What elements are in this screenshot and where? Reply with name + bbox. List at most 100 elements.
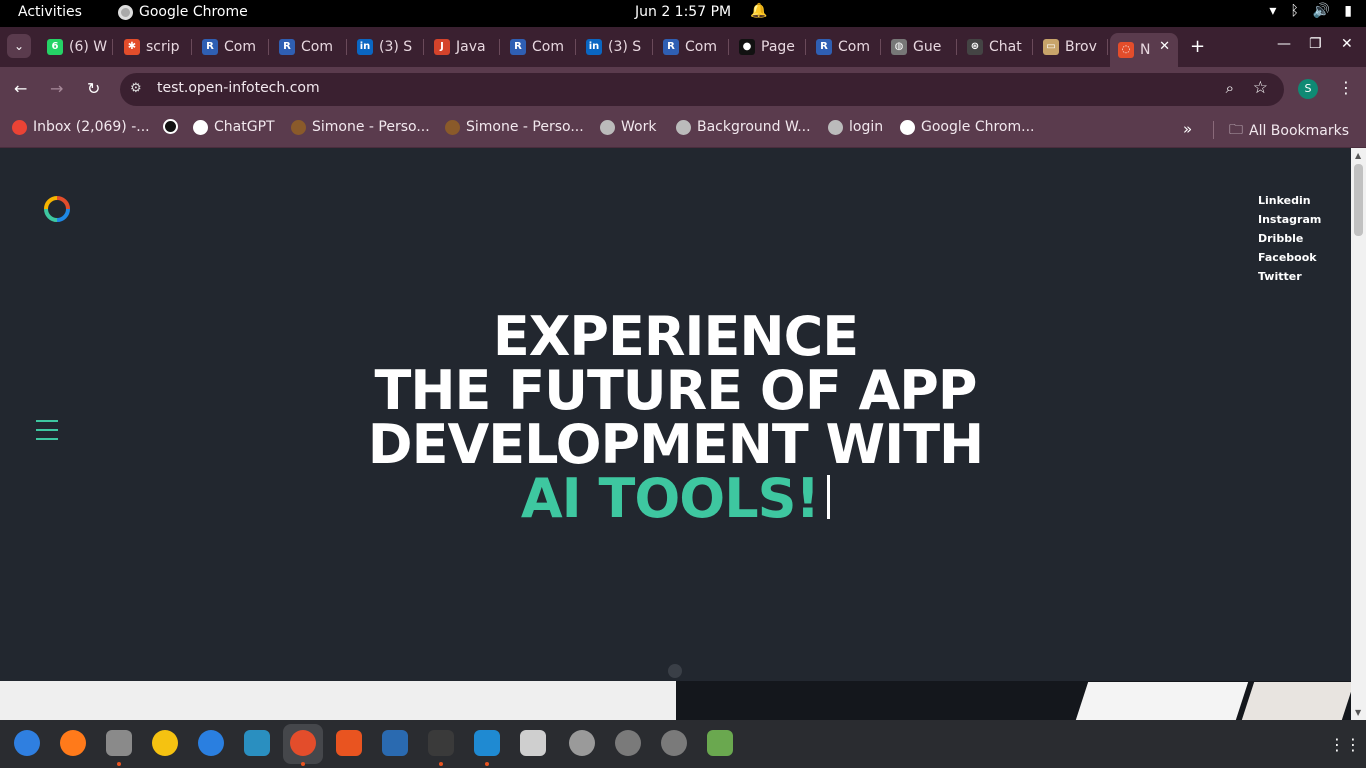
- wifi-icon: ▾: [1269, 3, 1277, 19]
- show-apps-grid-icon[interactable]: ⋮⋮⋮: [1329, 735, 1366, 754]
- minimize-icon[interactable]: —: [1277, 36, 1291, 52]
- social-link-facebook[interactable]: Facebook: [1258, 248, 1321, 267]
- screenshot-icon[interactable]: [520, 730, 546, 756]
- page-scrollbar[interactable]: ▲ ▼: [1351, 148, 1366, 720]
- social-link-dribble[interactable]: Dribble: [1258, 229, 1321, 248]
- google-icon: [900, 119, 915, 135]
- browser-tab[interactable]: ✱ scrip: [116, 33, 192, 61]
- site-info-icon[interactable]: ⚙: [130, 81, 142, 96]
- bookmarks-bar: Inbox (2,069) -... ChatGPT Simone - Perso.…: [0, 112, 1366, 148]
- bookmark-page-icon: [291, 119, 306, 135]
- app-center-icon[interactable]: [336, 730, 362, 756]
- tab-search-button[interactable]: ⌄: [7, 34, 31, 58]
- browser-tab[interactable]: J Java: [426, 33, 500, 61]
- settings-icon[interactable]: [569, 730, 595, 756]
- bookmark-item[interactable]: Simone - Perso...: [445, 119, 584, 135]
- bookmark-item[interactable]: Background W...: [676, 119, 811, 135]
- bookmark-star-icon[interactable]: ☆: [1253, 78, 1268, 98]
- bookmark-item[interactable]: Simone - Perso...: [291, 119, 430, 135]
- activities-button[interactable]: Activities: [18, 4, 82, 20]
- social-links: Linkedin Instagram Dribble Facebook Twit…: [1258, 191, 1321, 286]
- thunderbird-icon[interactable]: [14, 730, 40, 756]
- new-tab-button[interactable]: +: [1190, 36, 1205, 57]
- forward-arrow-icon[interactable]: →: [50, 79, 63, 98]
- browser-tab[interactable]: ◍ Gue: [883, 33, 957, 61]
- disk-icon[interactable]: [615, 730, 641, 756]
- browser-tab[interactable]: in (3) S: [578, 33, 653, 61]
- all-bookmarks-button[interactable]: 🗀 All Bookmarks: [1229, 119, 1349, 143]
- social-link-linkedin[interactable]: Linkedin: [1258, 191, 1321, 210]
- reload-icon[interactable]: ↻: [87, 79, 100, 98]
- site-logo-icon[interactable]: [44, 196, 70, 222]
- trash-icon[interactable]: [707, 730, 733, 756]
- image-viewer-icon[interactable]: [244, 730, 270, 756]
- close-tab-icon[interactable]: ✕: [1159, 39, 1170, 54]
- address-bar[interactable]: ⚙ test.open-infotech.com ⌕ ☆: [120, 73, 1284, 106]
- replit-icon: R: [663, 39, 679, 55]
- browser-tab[interactable]: R Com: [502, 33, 576, 61]
- tab-separator: [346, 39, 347, 55]
- bookmark-item[interactable]: login: [828, 119, 883, 135]
- browser-tab[interactable]: ▭ Brov: [1035, 33, 1108, 61]
- chrome-menu-icon[interactable]: ⋮: [1338, 78, 1354, 97]
- bookmarks-overflow-icon[interactable]: »: [1183, 120, 1192, 138]
- notification-bell-icon[interactable]: 🔔: [750, 3, 767, 19]
- browser-tab[interactable]: R Com: [655, 33, 729, 61]
- linkedin-icon: in: [586, 39, 602, 55]
- bookmark-item[interactable]: Google Chrom...: [900, 119, 1034, 135]
- profile-avatar[interactable]: S: [1298, 79, 1318, 99]
- browser-tab[interactable]: in (3) S: [349, 33, 424, 61]
- tab-separator: [956, 39, 957, 55]
- next-section-light-panel: [0, 681, 676, 720]
- firefox-icon[interactable]: [60, 730, 86, 756]
- tab-title: scrip: [146, 39, 180, 55]
- tab-title: Page: [761, 39, 795, 55]
- app-name: Google Chrome: [139, 4, 248, 20]
- zoom-icon[interactable]: ⌕: [1226, 79, 1234, 97]
- java-icon: J: [434, 39, 450, 55]
- github-icon: ●: [739, 39, 755, 55]
- clock[interactable]: Jun 2 1:57 PM: [635, 4, 731, 20]
- restore-icon[interactable]: ❐: [1309, 36, 1322, 52]
- help-icon[interactable]: [198, 730, 224, 756]
- tab-title: Com: [532, 39, 564, 55]
- scrollbar-thumb[interactable]: [1354, 164, 1363, 236]
- browser-tab[interactable]: R Com: [194, 33, 269, 61]
- close-window-icon[interactable]: ✕: [1341, 36, 1353, 52]
- rhythmbox-icon[interactable]: [152, 730, 178, 756]
- browser-toolbar: ← → ↻ ⚙ test.open-infotech.com ⌕ ☆ S ⋮: [0, 67, 1366, 112]
- vscode-icon[interactable]: [474, 730, 500, 756]
- browser-tab[interactable]: R Com: [271, 33, 347, 61]
- bookmark-item[interactable]: [163, 119, 178, 134]
- bookmark-item[interactable]: ChatGPT: [193, 119, 275, 135]
- bookmark-item[interactable]: Work: [600, 119, 656, 135]
- bookmark-item[interactable]: Inbox (2,069) -...: [12, 119, 150, 135]
- system-tray[interactable]: ▾ ᛒ 🔊 ▮: [1269, 3, 1352, 19]
- scroll-indicator[interactable]: [668, 664, 682, 678]
- social-link-twitter[interactable]: Twitter: [1258, 267, 1321, 286]
- disk-icon-2[interactable]: [661, 730, 687, 756]
- browser-tab[interactable]: ⊛ Chat: [959, 33, 1033, 61]
- gmail-icon: [12, 119, 27, 135]
- replit-icon: R: [510, 39, 526, 55]
- tab-title: Brov: [1065, 39, 1097, 55]
- chrome-icon[interactable]: [290, 730, 316, 756]
- browser-tab[interactable]: ● Page: [731, 33, 806, 61]
- terminal-icon[interactable]: [428, 730, 454, 756]
- hero-accent-text: AI TOOLS!: [520, 467, 820, 530]
- url-text[interactable]: test.open-infotech.com: [157, 80, 320, 96]
- hero-line-1: EXPERIENCE: [492, 305, 859, 368]
- browser-tab[interactable]: R Com: [808, 33, 881, 61]
- scroll-down-icon[interactable]: ▼: [1355, 708, 1361, 717]
- pinwheel-icon: ✱: [124, 39, 140, 55]
- writer-icon[interactable]: [382, 730, 408, 756]
- browser-tab[interactable]: 6 (6) W: [39, 33, 113, 61]
- typing-cursor: [827, 475, 831, 519]
- scroll-up-icon[interactable]: ▲: [1355, 151, 1361, 160]
- volume-icon: 🔊: [1312, 3, 1331, 19]
- social-link-instagram[interactable]: Instagram: [1258, 210, 1321, 229]
- files-icon[interactable]: [106, 730, 132, 756]
- browser-tab[interactable]: ◌ N ✕: [1110, 33, 1178, 67]
- back-arrow-icon[interactable]: ←: [14, 79, 27, 98]
- app-menu[interactable]: Google Chrome: [118, 4, 248, 20]
